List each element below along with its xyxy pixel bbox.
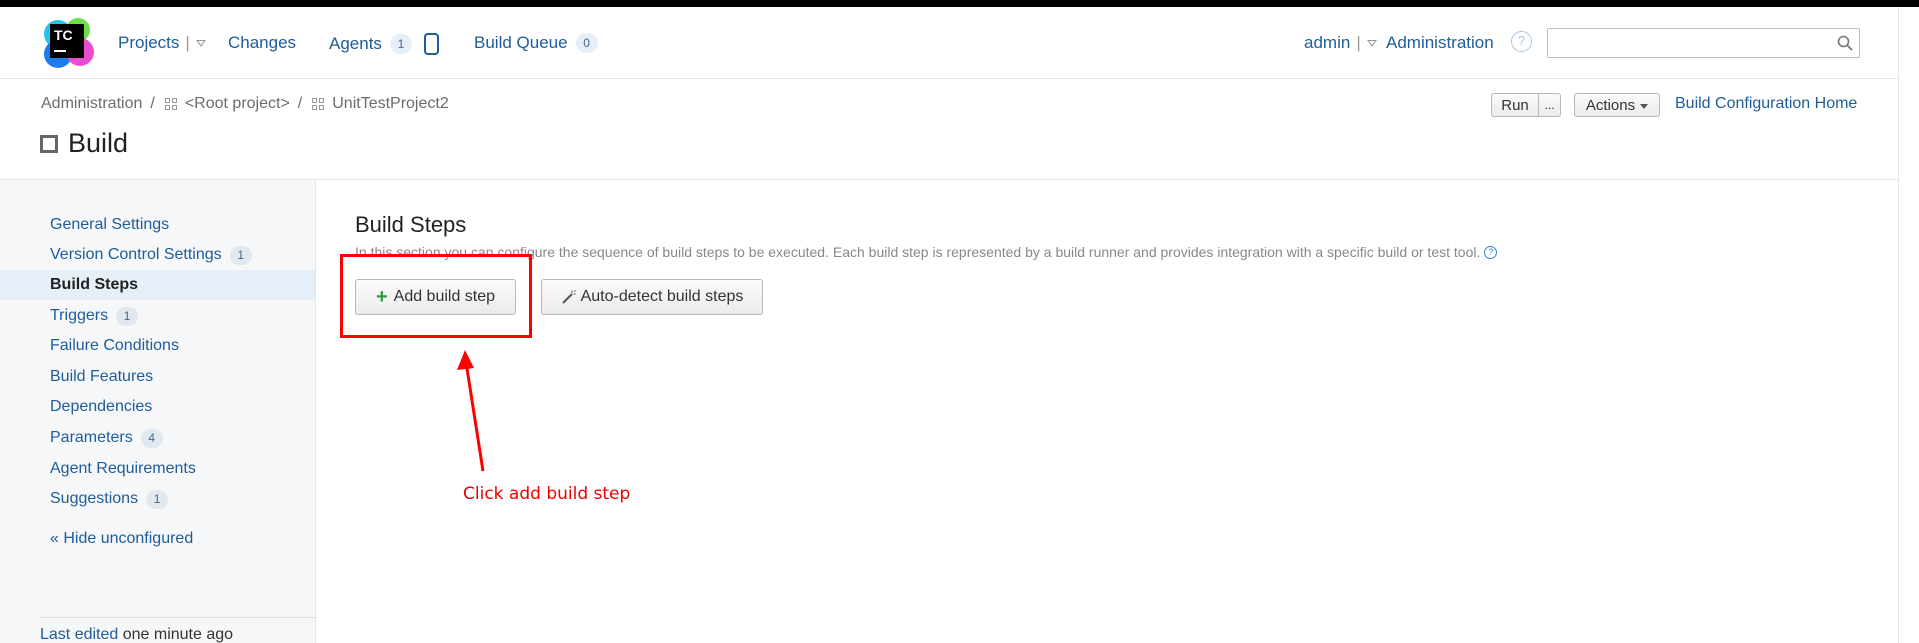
last-edited: Last edited one minute ago: [40, 626, 233, 643]
build-configuration-home-link[interactable]: Build Configuration Home: [1675, 95, 1857, 113]
user-separator: |: [1356, 33, 1361, 52]
nav-administration[interactable]: Administration: [1386, 33, 1494, 53]
chevron-down-icon[interactable]: [195, 39, 206, 47]
sidebar-item-failure-conditions[interactable]: Failure Conditions: [0, 331, 315, 361]
auto-detect-label: Auto-detect build steps: [580, 288, 744, 305]
build-queue-count-badge: 0: [575, 33, 598, 53]
annotation-arrow-icon: [457, 350, 485, 472]
scrollbar-track[interactable]: [1898, 7, 1919, 643]
sidebar-item-label: Parameters: [50, 429, 133, 446]
page-title-row: Build: [40, 128, 128, 159]
sidebar: General Settings Version Control Setting…: [0, 180, 316, 643]
section-title: Build Steps: [355, 212, 467, 237]
sidebar-item-label: Triggers: [50, 307, 109, 324]
sidebar-item-label: Failure Conditions: [50, 337, 179, 354]
agents-count-badge: 1: [389, 34, 412, 54]
sidebar-count-badge: 1: [116, 306, 139, 326]
user-name: admin: [1304, 33, 1351, 52]
nav-build-queue[interactable]: Build Queue 0: [474, 33, 598, 53]
sidebar-item-label: Build Steps: [50, 276, 139, 293]
breadcrumb-item-administration[interactable]: Administration: [41, 95, 142, 113]
help-icon[interactable]: ?: [1511, 31, 1532, 52]
breadcrumb-item-root-project[interactable]: <Root project>: [185, 95, 290, 113]
user-menu[interactable]: admin |: [1304, 33, 1377, 53]
sidebar-item-label: Suggestions: [50, 490, 139, 507]
hide-unconfigured-link[interactable]: « Hide unconfigured: [50, 530, 193, 548]
actions-button-label: Actions: [1585, 96, 1636, 114]
search-box[interactable]: [1547, 28, 1860, 58]
breadcrumb-separator: /: [150, 95, 155, 112]
breadcrumb: Administration / <Root project> / UnitTe…: [41, 95, 449, 113]
breadcrumb-separator: /: [297, 95, 303, 112]
sidebar-item-version-control-settings[interactable]: Version Control Settings 1: [0, 240, 315, 270]
nav-administration-label: Administration: [1386, 33, 1494, 52]
help-icon[interactable]: ?: [1484, 246, 1498, 259]
nav-agents-label: Agents: [329, 34, 382, 53]
caret-down-icon: [1640, 103, 1649, 109]
run-button-label: Run: [1501, 96, 1529, 114]
page-title: Build: [68, 128, 129, 158]
sidebar-count-badge: 1: [229, 245, 252, 265]
magic-wand-icon: [561, 289, 576, 304]
nav-agents[interactable]: Agents 1: [329, 33, 439, 55]
breadcrumb-item-unittestproject2[interactable]: UnitTestProject2: [332, 95, 449, 113]
run-options-label: ...: [1544, 98, 1555, 112]
project-icon: [312, 98, 325, 110]
run-options-button[interactable]: ...: [1538, 93, 1561, 117]
last-edited-link[interactable]: Last edited: [40, 626, 118, 643]
sidebar-item-build-features[interactable]: Build Features: [0, 362, 315, 392]
search-icon[interactable]: [1837, 35, 1853, 51]
sidebar-item-triggers[interactable]: Triggers 1: [0, 301, 315, 331]
auto-detect-build-steps-button[interactable]: Auto-detect build steps: [541, 279, 763, 315]
last-edited-value: one minute ago: [122, 626, 234, 643]
chevron-down-icon[interactable]: [1366, 39, 1377, 47]
sidebar-divider: [40, 617, 316, 618]
nav-changes-label: Changes: [228, 33, 297, 52]
sidebar-item-suggestions[interactable]: Suggestions 1: [0, 484, 315, 514]
top-black-strip: [0, 0, 1919, 7]
sidebar-item-label: General Settings: [50, 216, 170, 233]
nav-build-queue-label: Build Queue: [474, 33, 568, 52]
annotation-text: Click add build step: [463, 484, 631, 504]
header: TC Projects | Changes Agents 1 Build Que…: [0, 7, 1898, 79]
sidebar-item-dependencies[interactable]: Dependencies: [0, 392, 315, 422]
annotation-highlight-box: [340, 254, 532, 338]
sidebar-item-general-settings[interactable]: General Settings: [0, 210, 315, 240]
sidebar-item-label: Build Features: [50, 368, 154, 385]
agent-device-icon[interactable]: [423, 33, 439, 55]
sidebar-item-agent-requirements[interactable]: Agent Requirements: [0, 454, 315, 484]
build-config-icon: [40, 134, 58, 153]
logo-text: TC: [54, 27, 73, 43]
search-input[interactable]: [1548, 29, 1828, 57]
project-icon: [164, 98, 177, 110]
nav-separator: |: [185, 33, 190, 52]
sidebar-item-build-steps[interactable]: Build Steps: [0, 270, 315, 300]
sidebar-item-parameters[interactable]: Parameters 4: [0, 423, 315, 453]
actions-button[interactable]: Actions: [1574, 93, 1660, 117]
sidebar-count-badge: 1: [146, 489, 169, 509]
nav-projects[interactable]: Projects |: [118, 33, 206, 53]
nav-changes[interactable]: Changes: [228, 33, 296, 53]
nav-projects-label: Projects: [118, 33, 180, 52]
run-button[interactable]: Run: [1491, 93, 1539, 117]
sidebar-item-label: Version Control Settings: [50, 246, 222, 263]
teamcity-logo[interactable]: TC: [42, 16, 96, 70]
sidebar-item-label: Dependencies: [50, 398, 153, 415]
sidebar-count-badge: 4: [140, 428, 163, 448]
sidebar-item-label: Agent Requirements: [50, 460, 196, 477]
